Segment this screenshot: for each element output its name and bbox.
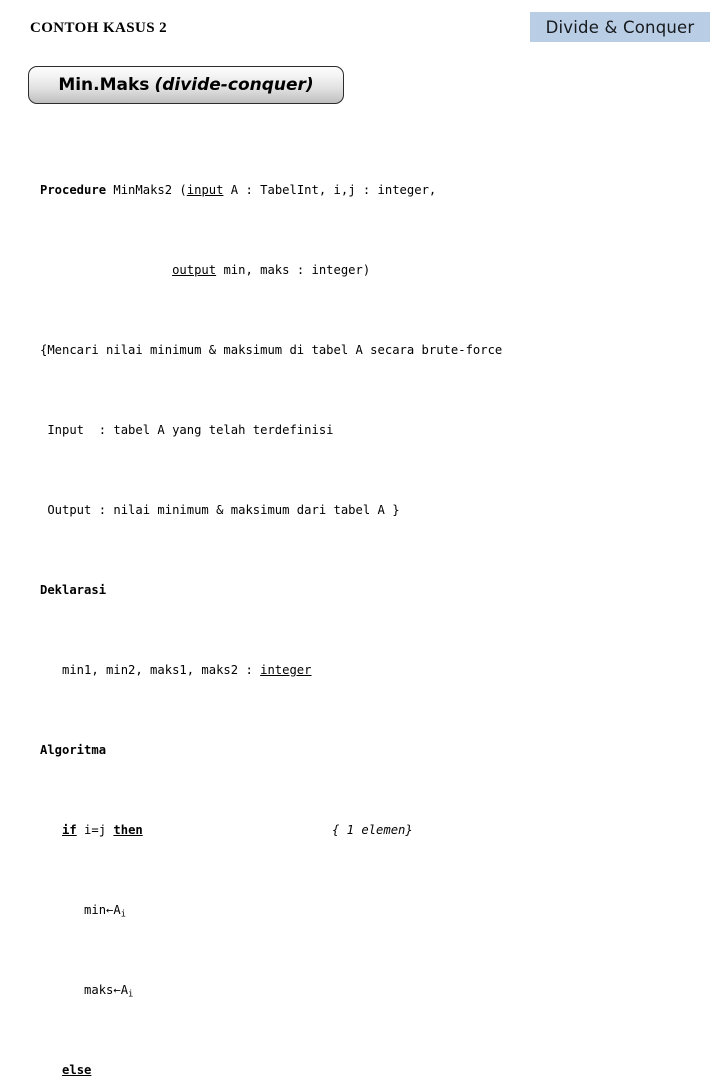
assign-arrow-icon: ←: [106, 903, 114, 917]
code-line-8: Algoritma: [40, 740, 700, 760]
keyword-then: then: [113, 823, 143, 837]
code-line-3: {Mencari nilai minimum & maksimum di tab…: [40, 343, 503, 357]
code-line-12: else: [40, 1060, 700, 1080]
subscript: i: [120, 909, 126, 920]
code-text: maks: [40, 983, 114, 997]
code-line-4: Input : tabel A yang telah terdefinisi: [40, 423, 334, 437]
assign-arrow-icon: ←: [113, 983, 121, 997]
keyword-if: if: [62, 823, 77, 837]
code-text: min: [40, 903, 107, 917]
keyword-else: else: [62, 1063, 92, 1077]
code-text: min, maks : integer): [216, 263, 371, 277]
code-line-1: Procedure MinMaks2 (input A : TabelInt, …: [40, 180, 700, 200]
code-line-10: min←Ai: [40, 900, 700, 920]
code-text: A: [113, 903, 121, 917]
keyword-algoritma: Algoritma: [40, 743, 107, 757]
code-line-11: maks←Ai: [40, 980, 700, 1000]
keyword-input: input: [186, 183, 224, 197]
subscript: i: [128, 989, 134, 1000]
minmaks-button-subtitle: (divide-conquer): [154, 75, 314, 95]
page-title: CONTOH KASUS 2: [30, 20, 168, 36]
minmaks-button-name: Min.Maks: [58, 75, 150, 95]
topic-badge-label: Divide & Conquer: [545, 17, 695, 37]
keyword-procedure: Procedure: [40, 183, 107, 197]
code-text: MinMaks2 (: [106, 183, 187, 197]
code-text: min1, min2, maks1, maks2 :: [40, 663, 261, 677]
code-text: A : TabelInt, i,j : integer,: [223, 183, 437, 197]
code-line-2: output min, maks : integer): [40, 260, 700, 280]
code-line-9: if i=j then { 1 elemen}: [40, 820, 700, 840]
code-line-6: Deklarasi: [40, 580, 700, 600]
keyword-deklarasi: Deklarasi: [40, 583, 107, 597]
code-text: A: [120, 983, 129, 997]
code-comment-1-elemen: { 1 elemen}: [332, 823, 413, 837]
pseudocode-block: Procedure MinMaks2 (input A : TabelInt, …: [40, 120, 700, 1080]
code-text: i=j: [76, 823, 114, 837]
code-line-5: Output : nilai minimum & maksimum dari t…: [40, 503, 400, 517]
type-integer: integer: [260, 663, 312, 677]
keyword-output: output: [172, 263, 217, 277]
code-line-7: min1, min2, maks1, maks2 : integer: [40, 660, 700, 680]
topic-badge: Divide & Conquer: [530, 12, 710, 42]
minmaks-title-button[interactable]: Min.Maks (divide-conquer): [28, 66, 344, 104]
